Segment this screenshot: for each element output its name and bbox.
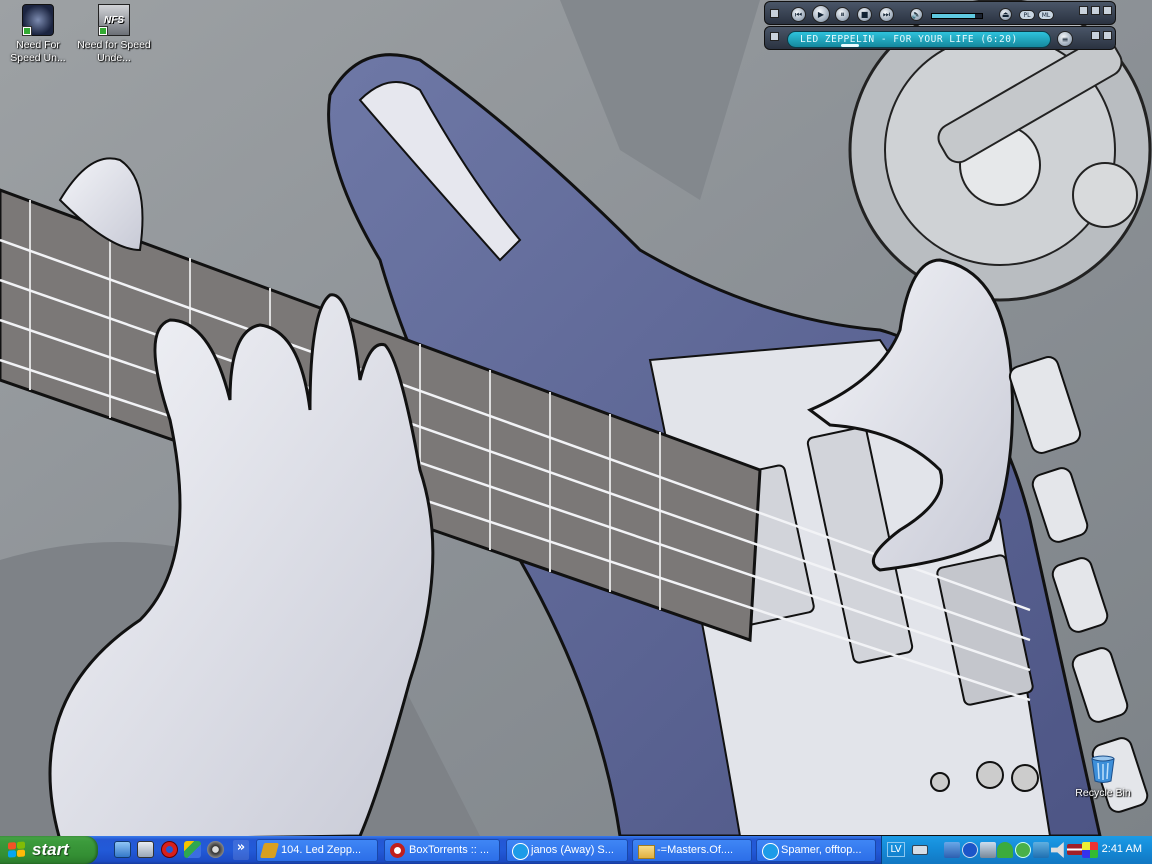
minimize-button[interactable] bbox=[1091, 31, 1100, 40]
network-icon[interactable] bbox=[944, 842, 960, 858]
winamp-menu-icon[interactable] bbox=[770, 32, 779, 41]
task-button-label: 104. Led Zepp... bbox=[281, 844, 362, 856]
winamp-main-window[interactable]: ⏮ ▶ ⏸ ■ ⏭ 🔈 ⏏ PL ML bbox=[764, 1, 1116, 25]
desktop-icon-label: Recycle Bin bbox=[1075, 787, 1131, 799]
volume-slider-fill bbox=[932, 14, 975, 18]
users-icon[interactable] bbox=[997, 842, 1013, 858]
start-button[interactable]: start bbox=[0, 836, 98, 864]
security-icon[interactable] bbox=[1082, 842, 1098, 858]
playlist-toggle[interactable]: PL bbox=[1019, 10, 1035, 20]
task-button-label: -=Masters.Of.... bbox=[657, 844, 734, 856]
download-icon[interactable] bbox=[1015, 842, 1031, 858]
nfs-disc-icon bbox=[22, 4, 54, 36]
stop-button[interactable]: ■ bbox=[857, 7, 872, 22]
winamp-icon bbox=[259, 843, 280, 858]
computer-icon[interactable] bbox=[137, 841, 154, 858]
show-desktop-icon[interactable] bbox=[114, 841, 131, 858]
bluetooth-icon[interactable] bbox=[962, 842, 978, 858]
skype-icon bbox=[762, 843, 779, 860]
clock: 2:41 AM bbox=[1101, 843, 1142, 855]
task-button-label: BoxTorrents :: ... bbox=[409, 844, 490, 856]
monitor-icon[interactable] bbox=[980, 842, 996, 858]
nfs-logo-icon: NFS bbox=[98, 4, 130, 36]
seek-bar-thumb[interactable] bbox=[840, 44, 859, 47]
task-button-opera[interactable]: BoxTorrents :: ... bbox=[384, 839, 500, 862]
pause-button[interactable]: ⏸ bbox=[835, 7, 850, 22]
desktop-icon-nfs-2[interactable]: NFS Need for Speed Unde... bbox=[77, 2, 151, 65]
winamp-menu-icon[interactable] bbox=[770, 9, 779, 18]
seek-bar[interactable] bbox=[809, 44, 1039, 47]
task-button-skype-spamer[interactable]: Spamer, offtop... bbox=[756, 839, 876, 862]
task-button-label: janos (Away) S... bbox=[531, 844, 614, 856]
close-button[interactable] bbox=[1103, 31, 1112, 40]
flag-icon[interactable] bbox=[1067, 844, 1083, 855]
skype-icon bbox=[512, 843, 529, 860]
taskbar: start » 104. Led Zepp... BoxTorrents :: … bbox=[0, 836, 1152, 864]
desktop-icon-label: Need for Speed Unde... bbox=[77, 39, 151, 64]
desktop-wallpaper bbox=[0, 0, 1152, 836]
play-button[interactable]: ▶ bbox=[812, 5, 830, 23]
app-icon[interactable] bbox=[184, 841, 201, 858]
task-button-folder[interactable]: -=Masters.Of.... bbox=[632, 839, 752, 862]
desktop-icon-nfs-1[interactable]: Need For Speed Un... bbox=[1, 2, 75, 65]
eject-button[interactable]: ⏏ bbox=[999, 8, 1012, 21]
desktop-icon-recycle-bin[interactable]: Recycle Bin bbox=[1066, 750, 1140, 800]
shade-button[interactable] bbox=[1091, 6, 1100, 15]
recycle-bin-icon bbox=[1087, 752, 1119, 784]
system-tray: LV 2:41 AM bbox=[881, 836, 1152, 864]
opera-icon[interactable] bbox=[161, 841, 178, 858]
task-button-label: Spamer, offtop... bbox=[781, 844, 862, 856]
windows-logo-icon bbox=[8, 841, 26, 858]
shield-icon[interactable] bbox=[1033, 842, 1049, 858]
volume-icon: 🔈 bbox=[910, 8, 923, 21]
task-button-winamp[interactable]: 104. Led Zepp... bbox=[256, 839, 378, 862]
start-label: start bbox=[32, 840, 69, 859]
playlist-menu-button[interactable]: ≡ bbox=[1057, 31, 1073, 47]
folder-icon bbox=[638, 845, 655, 859]
quick-launch-overflow[interactable]: » bbox=[233, 840, 249, 860]
minimize-button[interactable] bbox=[1079, 6, 1088, 15]
winamp-playlist-window[interactable]: LED ZEPPELIN - FOR YOUR LIFE (6:20) ≡ bbox=[764, 26, 1116, 50]
opera-icon bbox=[390, 843, 405, 858]
settings-icon[interactable] bbox=[207, 841, 224, 858]
desktop-icon-label: Need For Speed Un... bbox=[10, 39, 66, 64]
keyboard-icon[interactable] bbox=[912, 845, 928, 855]
volume-slider[interactable] bbox=[931, 13, 983, 19]
next-button[interactable]: ⏭ bbox=[879, 7, 894, 22]
language-indicator[interactable]: LV bbox=[887, 842, 905, 857]
media-library-toggle[interactable]: ML bbox=[1038, 10, 1054, 20]
previous-button[interactable]: ⏮ bbox=[791, 7, 806, 22]
volume-tray-icon[interactable] bbox=[1051, 842, 1064, 858]
task-button-skype-janos[interactable]: janos (Away) S... bbox=[506, 839, 628, 862]
close-button[interactable] bbox=[1103, 6, 1112, 15]
